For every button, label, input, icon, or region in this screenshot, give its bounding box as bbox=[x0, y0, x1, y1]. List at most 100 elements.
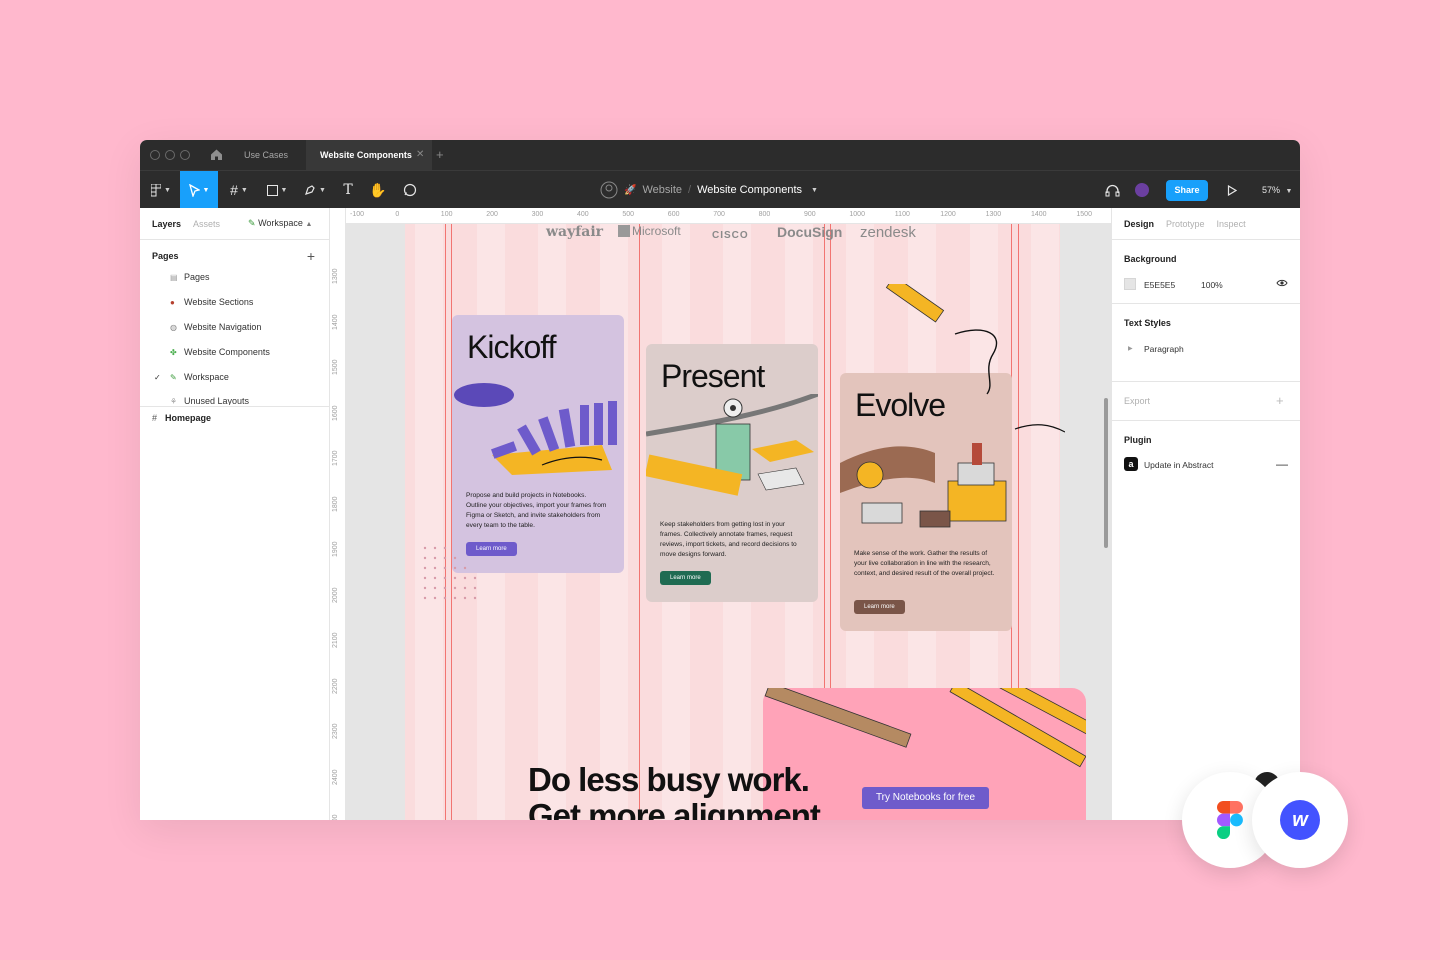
hero-headline: Do less busy work. Get more alignment. bbox=[528, 762, 829, 821]
shape-tool-button[interactable]: ▼ bbox=[262, 171, 292, 209]
pen-icon bbox=[305, 185, 315, 195]
card-present[interactable]: Present Keep stakeholders from getting l… bbox=[646, 344, 818, 602]
panel-divider bbox=[140, 406, 330, 407]
text-style-paragraph[interactable]: Paragraph bbox=[1144, 344, 1184, 354]
toolbar: ▼ ▼ # ▼ ▼ ▼ T ✋ 🚀 Website / Website Compo… bbox=[140, 170, 1300, 209]
add-tab-icon[interactable]: + bbox=[436, 140, 444, 170]
present-button[interactable] bbox=[1224, 171, 1240, 209]
zoom-level: 57% bbox=[1262, 185, 1281, 195]
user-avatar[interactable] bbox=[1133, 181, 1151, 199]
rectangle-icon bbox=[266, 184, 278, 196]
window-close-control[interactable] bbox=[150, 150, 160, 160]
tab-design[interactable]: Design bbox=[1124, 219, 1154, 229]
page-item-website-sections[interactable]: ● Website Sections bbox=[170, 297, 253, 307]
ruler-tick-label: 1900 bbox=[332, 541, 339, 557]
ruler-tick-label: 2400 bbox=[332, 768, 339, 785]
eye-icon[interactable] bbox=[1276, 278, 1288, 290]
audio-button[interactable] bbox=[1102, 171, 1122, 209]
background-opacity-input[interactable]: 100% bbox=[1201, 280, 1223, 290]
tab-assets[interactable]: Assets bbox=[193, 219, 220, 229]
ruler-tick-label: 1600 bbox=[332, 404, 339, 421]
chevron-down-icon: ▼ bbox=[202, 186, 210, 194]
pencil-icon: ✎ bbox=[170, 372, 177, 382]
ruler-tick-label: 1100 bbox=[894, 211, 910, 218]
page-item-workspace[interactable]: ✎ Workspace bbox=[170, 372, 229, 382]
ruler-tick-label: 2000 bbox=[332, 586, 339, 603]
pages-title: Pages bbox=[152, 251, 179, 261]
ruler-tick-label: 2200 bbox=[332, 677, 339, 694]
export-title: Export bbox=[1124, 396, 1151, 406]
learn-more-button[interactable]: Learn more bbox=[854, 600, 905, 614]
move-tool-button[interactable]: ▼ bbox=[180, 171, 218, 209]
pen-tool-button[interactable]: ▼ bbox=[300, 171, 330, 209]
tab-prototype[interactable]: Prototype bbox=[1166, 219, 1205, 229]
team-avatar-icon[interactable] bbox=[600, 181, 618, 199]
try-notebooks-button[interactable]: Try Notebooks for free bbox=[862, 787, 989, 809]
workspace-switcher[interactable]: ✎ Workspace ▲ bbox=[248, 218, 312, 229]
frame-tool-button[interactable]: # ▼ bbox=[224, 171, 254, 209]
tab-website-components[interactable]: Website Components bbox=[306, 140, 432, 170]
export-section: Export + bbox=[1112, 382, 1300, 421]
window-zoom-control[interactable] bbox=[180, 150, 190, 160]
grid-guide-line bbox=[639, 224, 640, 820]
add-page-icon[interactable]: + bbox=[307, 248, 315, 264]
comment-tool-button[interactable] bbox=[400, 171, 420, 209]
webflow-logo-badge: w bbox=[1252, 772, 1348, 868]
ruler-tick-label: 2500 bbox=[332, 814, 339, 820]
remove-plugin-icon[interactable]: — bbox=[1276, 457, 1288, 471]
tab-close-icon[interactable]: ✕ bbox=[416, 140, 424, 170]
window-minimize-control[interactable] bbox=[165, 150, 175, 160]
canvas-scrollbar[interactable] bbox=[1104, 398, 1108, 548]
plugin-update-in-abstract[interactable]: Update in Abstract bbox=[1144, 460, 1213, 470]
page-icon: ▤ bbox=[170, 272, 178, 282]
pencil-icon: ✎ bbox=[248, 218, 256, 228]
chevron-down-icon: ▼ bbox=[164, 186, 171, 194]
left-panel-tabs: Layers Assets ✎ Workspace ▲ bbox=[140, 208, 329, 240]
tab-use-cases[interactable]: Use Cases bbox=[244, 140, 288, 170]
learn-more-button[interactable]: Learn more bbox=[660, 571, 711, 585]
background-hex-input[interactable]: E5E5E5 bbox=[1144, 280, 1175, 290]
chevron-right-icon[interactable]: ▶ bbox=[1128, 345, 1133, 352]
page-item-unused-layouts[interactable]: ⚘ Unused Layouts bbox=[170, 397, 249, 405]
add-export-icon[interactable]: + bbox=[1276, 393, 1284, 408]
text-styles-title: Text Styles bbox=[1124, 318, 1171, 328]
ruler-tick-label: -100 bbox=[350, 211, 365, 218]
design-canvas[interactable]: wayfair Microsoft CISCO DocuSign zendesk… bbox=[330, 208, 1111, 820]
breadcrumb-project[interactable]: Website bbox=[642, 184, 682, 196]
page-item-pages[interactable]: ▤ Pages bbox=[170, 272, 210, 282]
page-item-website-components[interactable]: ✤ Website Components bbox=[170, 347, 270, 357]
share-button[interactable]: Share bbox=[1166, 180, 1208, 201]
homepage-frame[interactable]: wayfair Microsoft CISCO DocuSign zendesk… bbox=[405, 224, 1086, 821]
tab-bar: Use Cases Website Components ✕ + bbox=[140, 140, 1300, 170]
logo-docusign: DocuSign bbox=[777, 224, 843, 240]
ruler-tick-label: 100 bbox=[440, 211, 453, 218]
dominoes-illustration bbox=[454, 383, 617, 475]
zoom-dropdown[interactable]: 57% ▼ bbox=[1262, 171, 1292, 209]
background-color-swatch[interactable] bbox=[1124, 278, 1136, 290]
home-icon[interactable] bbox=[210, 148, 223, 166]
figma-menu-icon bbox=[151, 183, 162, 196]
hand-tool-button[interactable]: ✋ bbox=[368, 171, 388, 209]
main-menu-button[interactable]: ▼ bbox=[146, 171, 176, 209]
tab-inspect[interactable]: Inspect bbox=[1217, 219, 1246, 229]
ruler-tick-label: 200 bbox=[486, 211, 498, 218]
ruler-tick-label: 1800 bbox=[332, 495, 339, 512]
tab-layers[interactable]: Layers bbox=[152, 219, 181, 229]
rocket-emoji-icon: 🚀 bbox=[624, 184, 637, 196]
page-item-website-navigation[interactable]: ◍ Website Navigation bbox=[170, 322, 261, 332]
logo-wayfair: wayfair bbox=[546, 224, 604, 240]
layer-homepage[interactable]: # Homepage bbox=[152, 413, 211, 423]
grid-guide-line bbox=[445, 224, 446, 820]
checkmark-icon: ✓ bbox=[154, 373, 161, 382]
plugin-title: Plugin bbox=[1124, 435, 1152, 445]
text-tool-button[interactable]: T bbox=[338, 171, 358, 209]
chevron-down-icon[interactable]: ▼ bbox=[811, 187, 818, 194]
frame-hash-icon: # bbox=[152, 413, 158, 423]
hash-frame-icon: # bbox=[230, 182, 238, 198]
logo-microsoft: Microsoft bbox=[618, 224, 681, 238]
card-kickoff[interactable]: Kickoff Propose and build projects in No… bbox=[452, 315, 624, 573]
workspace-label: Workspace bbox=[258, 218, 303, 228]
ruler-tick-label: 600 bbox=[667, 211, 680, 218]
breadcrumb-file[interactable]: Website Components bbox=[697, 184, 802, 196]
conveyor-illustration bbox=[646, 394, 818, 496]
